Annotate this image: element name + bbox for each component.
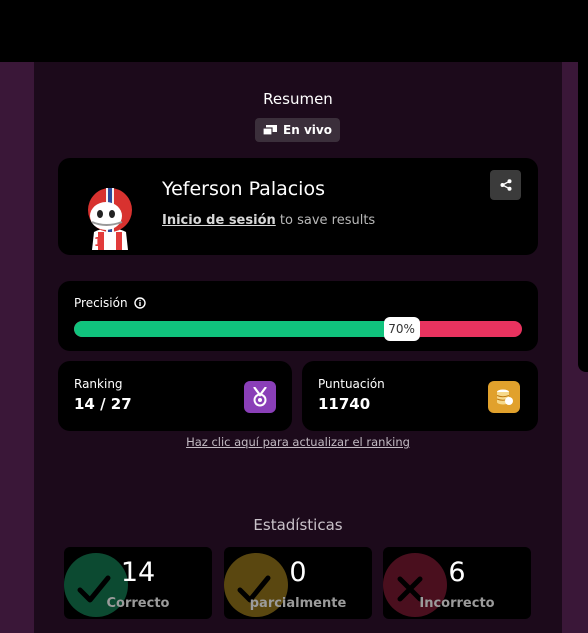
stats-title: Estadísticas [253,516,343,534]
precision-bar [74,321,522,337]
svg-text:1: 1 [94,235,102,249]
login-line: Inicio de sesión to save results [162,213,375,228]
live-icon [263,124,278,136]
share-icon [500,179,511,191]
stat-label: Incorrecto [419,596,495,611]
stat-tile-partial: 0 parcialmente [224,547,372,619]
ranking-card: Ranking 14 / 27 [58,361,292,431]
ranking-label: Ranking [74,377,123,391]
precision-bar-correct [74,321,388,337]
info-icon[interactable] [133,297,146,309]
score-label: Puntuación [318,377,385,391]
medal-icon [244,381,276,413]
precision-heading: Precisión [74,296,146,310]
stat-tile-incorrect: 6 Incorrecto [383,547,531,619]
stat-tile-correct: 14 Correcto [64,547,212,619]
scrollbar[interactable] [578,62,588,372]
profile-card: 1 Yeferson Palacios Inicio de sesión to … [58,158,538,255]
stat-label: Correcto [106,596,170,611]
login-link[interactable]: Inicio de sesión [162,213,276,228]
top-bar [0,0,588,62]
live-badge[interactable]: En vivo [255,118,340,142]
stat-label: parcialmente [249,596,347,611]
stat-number: 0 [289,557,307,588]
score-card: Puntuación 11740 [302,361,538,431]
stat-number: 14 [120,557,156,588]
score-value: 11740 [318,395,371,413]
ranking-value: 14 / 27 [74,395,132,413]
refresh-ranking-link[interactable]: Haz clic aquí para actualizar el ranking [34,435,562,449]
precision-card: Precisión 70% [58,281,538,351]
login-suffix: to save results [279,213,376,228]
player-name: Yeferson Palacios [162,178,325,200]
live-badge-label: En vivo [283,123,332,137]
precision-value: 70% [383,317,420,341]
precision-label: Precisión [74,296,128,310]
summary-panel: Resumen En vivo 1 Yeferson Palacios Inic… [34,62,562,633]
coins-icon [488,381,520,413]
avatar: 1 [88,188,132,250]
share-button[interactable] [490,170,521,200]
stat-number: 6 [448,557,466,588]
page-title: Resumen [263,90,333,108]
